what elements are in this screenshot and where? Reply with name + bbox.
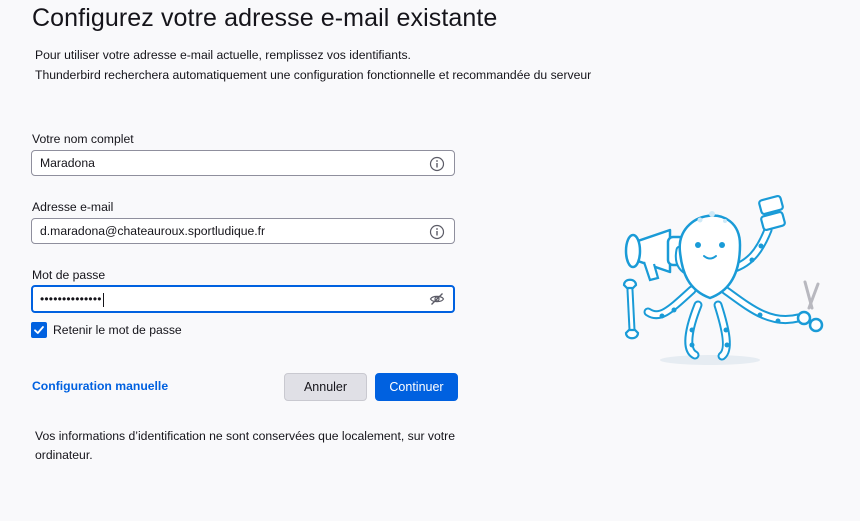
info-icon[interactable] [429,224,445,240]
account-setup-page: Configurez votre adresse e-mail existant… [0,0,860,521]
email-field[interactable] [31,218,455,244]
wrench-icon [622,278,640,340]
eye-slash-icon[interactable] [429,291,445,307]
continue-button[interactable]: Continuer [375,373,458,401]
remember-password-checkbox[interactable] [31,322,47,338]
email-label: Adresse e-mail [32,200,114,214]
email-input[interactable] [40,219,420,243]
scissors-icon [796,280,824,333]
password-input[interactable]: •••••••••••••• [40,292,104,307]
intro-text: Pour utiliser votre adresse e-mail actue… [35,45,591,85]
cancel-button[interactable]: Annuler [284,373,367,401]
checkmark-icon [34,326,44,334]
remember-password-row[interactable]: Retenir le mot de passe [31,321,182,339]
page-title: Configurez votre adresse e-mail existant… [32,4,498,32]
intro-line-1: Pour utiliser votre adresse e-mail actue… [35,48,411,62]
password-label: Mot de passe [32,268,106,282]
intro-line-2: Thunderbird recherchera automatiquement … [35,68,592,82]
text-caret [102,292,104,307]
remember-password-label[interactable]: Retenir le mot de passe [53,323,182,337]
name-field[interactable] [31,150,455,176]
password-value: •••••••••••••• [40,292,102,306]
privacy-notice: Vos informations d’identification ne son… [35,429,456,462]
tape-icon [758,194,786,232]
name-label: Votre nom complet [32,132,134,146]
octopus-illustration [622,194,824,365]
manual-config-link[interactable]: Configuration manuelle [32,379,168,393]
password-field[interactable]: •••••••••••••• [31,285,455,313]
name-input[interactable] [40,151,420,175]
info-icon[interactable] [429,156,445,172]
